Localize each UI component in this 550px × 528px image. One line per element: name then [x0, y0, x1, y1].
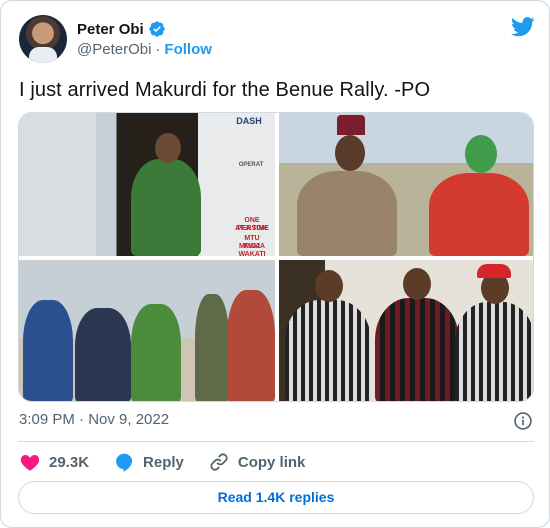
cap-shape — [477, 264, 511, 278]
person-figure — [131, 159, 201, 256]
tweet-actions: 29.3K Reply Copy link — [19, 450, 329, 474]
plane-sign-line-2: AT A TIME — [235, 225, 269, 232]
person-figure — [285, 300, 371, 401]
photo-arrival-plane[interactable]: DASH OPERAT ONE PERSON AT A TIME MTU MMO… — [19, 113, 275, 256]
author-avatar[interactable] — [19, 15, 67, 63]
person-figure — [429, 173, 529, 256]
twitter-bird-icon[interactable] — [511, 17, 535, 37]
reply-label: Reply — [143, 453, 184, 471]
timestamp-row: 3:09 PM · Nov 9, 2022 — [19, 411, 535, 431]
person-head — [335, 135, 365, 171]
tweet-header: Peter Obi @PeterObi · Follow — [19, 15, 535, 63]
person-figure — [375, 298, 459, 401]
verified-badge-icon — [149, 21, 165, 37]
handle-separator: · — [155, 41, 161, 58]
read-replies-button[interactable]: Read 1.4K replies — [18, 481, 534, 514]
info-icon[interactable] — [513, 411, 533, 431]
tweet-card: Peter Obi @PeterObi · Follow I just arri… — [0, 0, 550, 528]
author-display-name[interactable]: Peter Obi — [77, 21, 144, 38]
plane-sign-line-4: KWA WAKATI — [238, 243, 266, 256]
photo-group[interactable] — [279, 260, 533, 401]
plane-door-text: OPERAT — [238, 162, 264, 168]
link-icon — [210, 453, 228, 471]
person-figure — [131, 304, 181, 401]
media-grid: DASH OPERAT ONE PERSON AT A TIME MTU MMO… — [18, 112, 534, 402]
tweet-text: I just arrived Makurdi for the Benue Ral… — [19, 79, 431, 101]
plane-logo-text: DASH — [236, 116, 262, 126]
person-figure — [75, 308, 131, 401]
photo-greeting[interactable] — [279, 113, 533, 256]
author-handle-row: @PeterObi · Follow — [77, 41, 212, 58]
reply-bubble-icon — [116, 453, 133, 472]
person-figure — [195, 294, 229, 401]
person-head — [403, 268, 431, 300]
person-figure — [23, 300, 73, 401]
person-figure — [455, 302, 533, 401]
headwrap-shape — [465, 135, 497, 173]
author-handle[interactable]: @PeterObi — [77, 41, 151, 58]
photo-walking[interactable] — [19, 260, 275, 401]
copy-link-button[interactable]: Copy link — [208, 451, 306, 473]
heart-icon — [20, 455, 40, 471]
person-figure — [227, 290, 275, 401]
reply-button[interactable]: Reply — [113, 451, 184, 473]
copy-link-label: Copy link — [237, 453, 306, 471]
person-head — [155, 133, 181, 163]
follow-button[interactable]: Follow — [164, 41, 212, 58]
like-count: 29.3K — [49, 453, 90, 471]
tweet-timestamp[interactable]: 3:09 PM · Nov 9, 2022 — [19, 411, 169, 428]
like-button[interactable]: 29.3K — [19, 451, 89, 473]
person-figure — [297, 171, 397, 256]
author-name-row: Peter Obi — [77, 19, 166, 39]
cap-shape — [337, 115, 365, 135]
person-head — [315, 270, 343, 302]
divider — [18, 441, 534, 442]
